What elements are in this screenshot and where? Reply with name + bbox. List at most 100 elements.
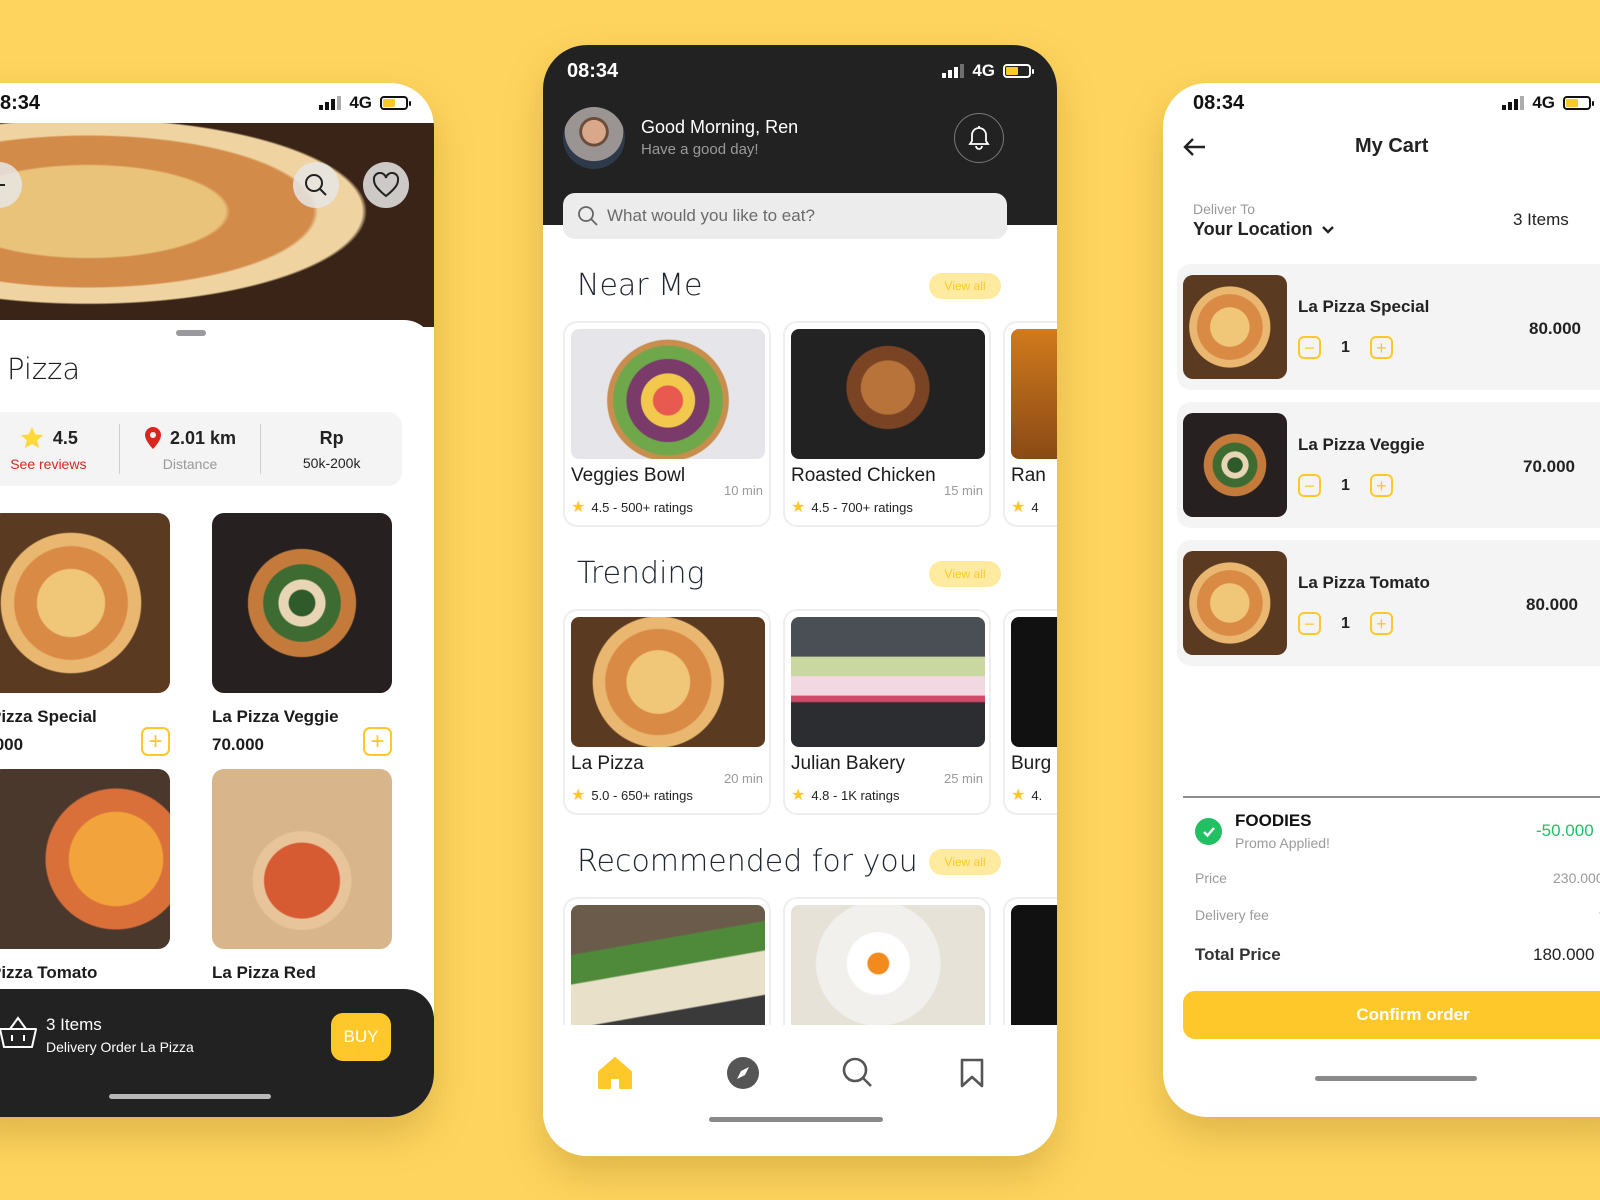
- chevron-down-icon: [1321, 225, 1334, 234]
- greeting-title: Good Morning, Ren: [641, 117, 799, 137]
- cart-item-price: 70.000: [1523, 457, 1575, 476]
- buy-button[interactable]: BUY: [331, 1013, 391, 1061]
- restaurant-info-box: 4.5 See reviews 2.01 km Distance Rp 50k-…: [0, 412, 402, 486]
- trending-carousel[interactable]: La Pizza 20 min ★ 5.0 - 650+ ratings Juli…: [563, 609, 1057, 815]
- rating-cell: 4.5 See reviews: [0, 424, 120, 474]
- status-time: 08:34: [1193, 91, 1245, 114]
- home-icon: [598, 1057, 632, 1089]
- see-reviews-link[interactable]: See reviews: [10, 456, 86, 472]
- back-button[interactable]: [0, 162, 22, 208]
- nav-home[interactable]: [595, 1053, 635, 1093]
- cart-item-name: La Pizza Special: [1298, 297, 1430, 316]
- menu-item[interactable]: Pizza Special .000 +: [0, 513, 170, 756]
- near-me-carousel[interactable]: Veggies Bowl 10 min ★ 4.5 - 500+ ratings …: [563, 321, 1057, 527]
- order-subtitle: Delivery Order La Pizza: [46, 1039, 194, 1055]
- back-arrow-icon[interactable]: [1181, 135, 1209, 159]
- search-input[interactable]: [607, 206, 987, 226]
- cart-item: La Pizza Special − 1 + 80.000: [1177, 264, 1600, 390]
- star-icon: ★: [1011, 499, 1026, 516]
- distance-value: 2.01 km: [169, 427, 237, 448]
- restaurant-card[interactable]: Roasted Chicken 15 min ★ 4.5 - 700+ ratin…: [783, 321, 991, 527]
- restaurant-card-name: Roasted Chicken: [791, 465, 936, 486]
- restaurant-hero-image: [0, 117, 434, 327]
- drag-handle[interactable]: [176, 330, 206, 336]
- status-time: 08:34: [567, 59, 619, 82]
- menu-item-name: La Pizza Veggie: [212, 707, 339, 726]
- deliver-to-label: Deliver To: [1193, 201, 1255, 217]
- bell-icon: [968, 126, 990, 150]
- restaurant-card-image: [791, 905, 985, 1035]
- restaurant-card-name: Ran: [1011, 465, 1046, 486]
- status-bar: 08:34 4G: [1163, 83, 1600, 123]
- restaurant-card-image: [1011, 329, 1057, 459]
- cart-items-count: 3 Items: [1513, 210, 1569, 229]
- minus-icon: −: [1304, 337, 1315, 358]
- restaurant-card-image: [791, 617, 985, 747]
- restaurant-card[interactable]: Ran ★ 4: [1003, 321, 1057, 527]
- menu-item[interactable]: La Pizza Red: [212, 769, 392, 983]
- cart-screen: 08:34 4G My Cart Deliver To Your Locatio…: [1163, 83, 1600, 1117]
- menu-item[interactable]: La Pizza Veggie 70.000 +: [212, 513, 392, 756]
- nav-explore[interactable]: [723, 1053, 763, 1093]
- restaurant-card-time: 10 min: [723, 483, 763, 498]
- cart-item-image: [1183, 551, 1287, 655]
- cart-item-name: La Pizza Tomato: [1298, 573, 1430, 592]
- view-all-recommended[interactable]: View all: [929, 849, 1001, 875]
- price-label: Price: [1195, 870, 1227, 886]
- nav-saved[interactable]: [952, 1053, 992, 1093]
- restaurant-card[interactable]: Veggies Bowl 10 min ★ 4.5 - 500+ ratings: [563, 321, 771, 527]
- restaurant-card-image: [571, 329, 765, 459]
- confirm-order-button[interactable]: Confirm order: [1183, 991, 1600, 1039]
- cart-item-name: La Pizza Veggie: [1298, 435, 1425, 454]
- battery-icon: [380, 96, 411, 110]
- cart-item-image: [1183, 275, 1287, 379]
- compass-icon: [727, 1057, 759, 1089]
- plus-icon: +: [1376, 475, 1387, 496]
- price-value: 230.000: [1553, 870, 1600, 886]
- restaurant-card-rating: 4.8 - 1K ratings: [811, 787, 900, 803]
- signal-icon: [942, 64, 965, 78]
- favorite-button[interactable]: [363, 162, 409, 208]
- restaurant-card-rating: 4: [1031, 499, 1039, 515]
- decrease-quantity-button[interactable]: −: [1298, 474, 1321, 497]
- plus-icon: +: [1376, 613, 1387, 634]
- user-avatar[interactable]: [563, 107, 625, 169]
- distance-cell: 2.01 km Distance: [120, 424, 262, 474]
- section-title-recommended: Recommended for you: [577, 844, 918, 879]
- battery-icon: [1003, 64, 1034, 78]
- restaurant-card[interactable]: La Pizza 20 min ★ 5.0 - 650+ ratings: [563, 609, 771, 815]
- restaurant-card[interactable]: Burg ★ 4.: [1003, 609, 1057, 815]
- menu-item[interactable]: Pizza Tomato: [0, 769, 170, 983]
- decrease-quantity-button[interactable]: −: [1298, 612, 1321, 635]
- star-icon: ★: [791, 499, 806, 516]
- increase-quantity-button[interactable]: +: [1369, 612, 1393, 635]
- plus-icon: +: [1376, 337, 1387, 358]
- restaurant-card[interactable]: Julian Bakery 25 min ★ 4.8 - 1K ratings: [783, 609, 991, 815]
- decrease-quantity-button[interactable]: −: [1298, 336, 1321, 359]
- battery-icon: [1563, 96, 1594, 110]
- location-dropdown[interactable]: Your Location: [1193, 219, 1335, 240]
- add-to-cart-button[interactable]: +: [363, 727, 392, 756]
- promo-code: FOODIES: [1235, 811, 1312, 830]
- view-all-near-me[interactable]: View all: [929, 273, 1001, 299]
- promo-discount: -50.000: [1536, 821, 1594, 840]
- notifications-button[interactable]: [954, 113, 1004, 163]
- promo-check-icon: [1195, 818, 1222, 845]
- increase-quantity-button[interactable]: +: [1369, 474, 1393, 497]
- home-indicator: [109, 1094, 271, 1099]
- view-all-trending[interactable]: View all: [929, 561, 1001, 587]
- restaurant-card-image: [791, 329, 985, 459]
- increase-quantity-button[interactable]: +: [1369, 336, 1393, 359]
- order-items-count: 3 Items: [46, 1015, 102, 1034]
- status-bar: 8:34 4G: [0, 83, 434, 123]
- location-pin-icon: [144, 427, 161, 449]
- menu-item-name: La Pizza Red: [212, 963, 316, 982]
- cart-title: My Cart: [1355, 135, 1429, 157]
- search-bar[interactable]: [563, 193, 1007, 239]
- heart-icon: [372, 172, 400, 198]
- home-indicator: [1315, 1076, 1477, 1081]
- restaurant-card-image: [1011, 905, 1057, 1035]
- nav-search[interactable]: [838, 1053, 878, 1093]
- search-button[interactable]: [293, 162, 339, 208]
- add-to-cart-button[interactable]: +: [141, 727, 170, 756]
